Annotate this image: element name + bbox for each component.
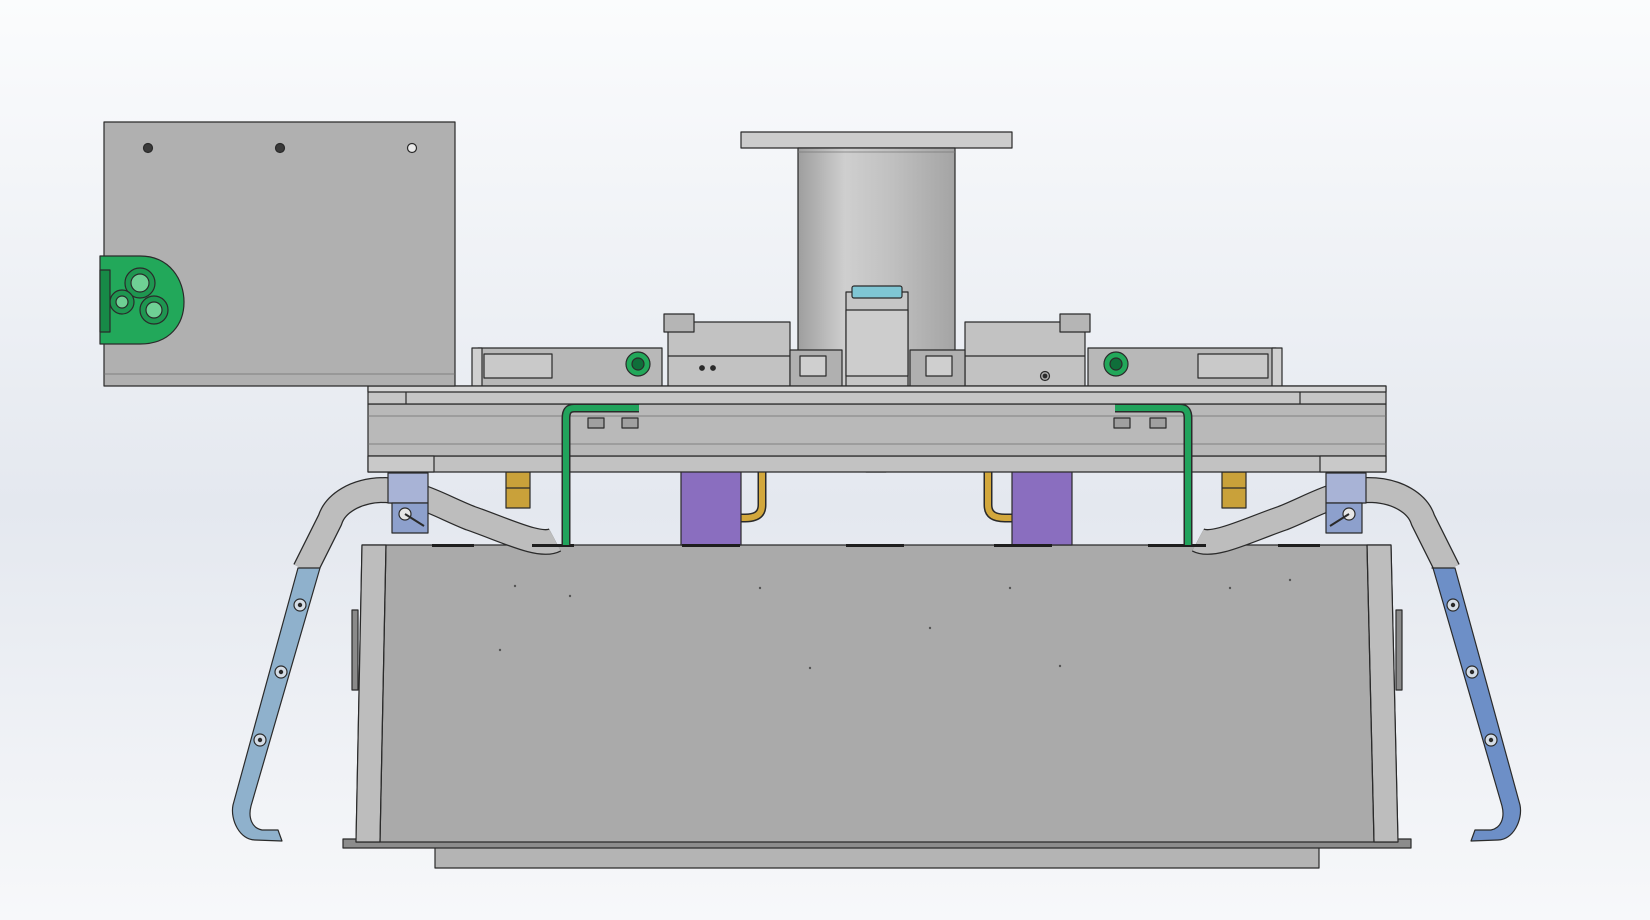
clamp-right[interactable]: [1325, 472, 1367, 534]
main-hopper[interactable]: [342, 544, 1412, 869]
plate-top-edge: [367, 385, 1387, 393]
center-pressure-sensor: [845, 285, 909, 387]
circular-connector-plate[interactable]: [99, 255, 185, 345]
cad-viewport[interactable]: [0, 0, 1650, 920]
control-box[interactable]: [103, 121, 456, 387]
assembly-drawing[interactable]: [0, 0, 1650, 920]
clamp-left[interactable]: [387, 472, 429, 534]
mounting-plate[interactable]: [367, 385, 1387, 473]
